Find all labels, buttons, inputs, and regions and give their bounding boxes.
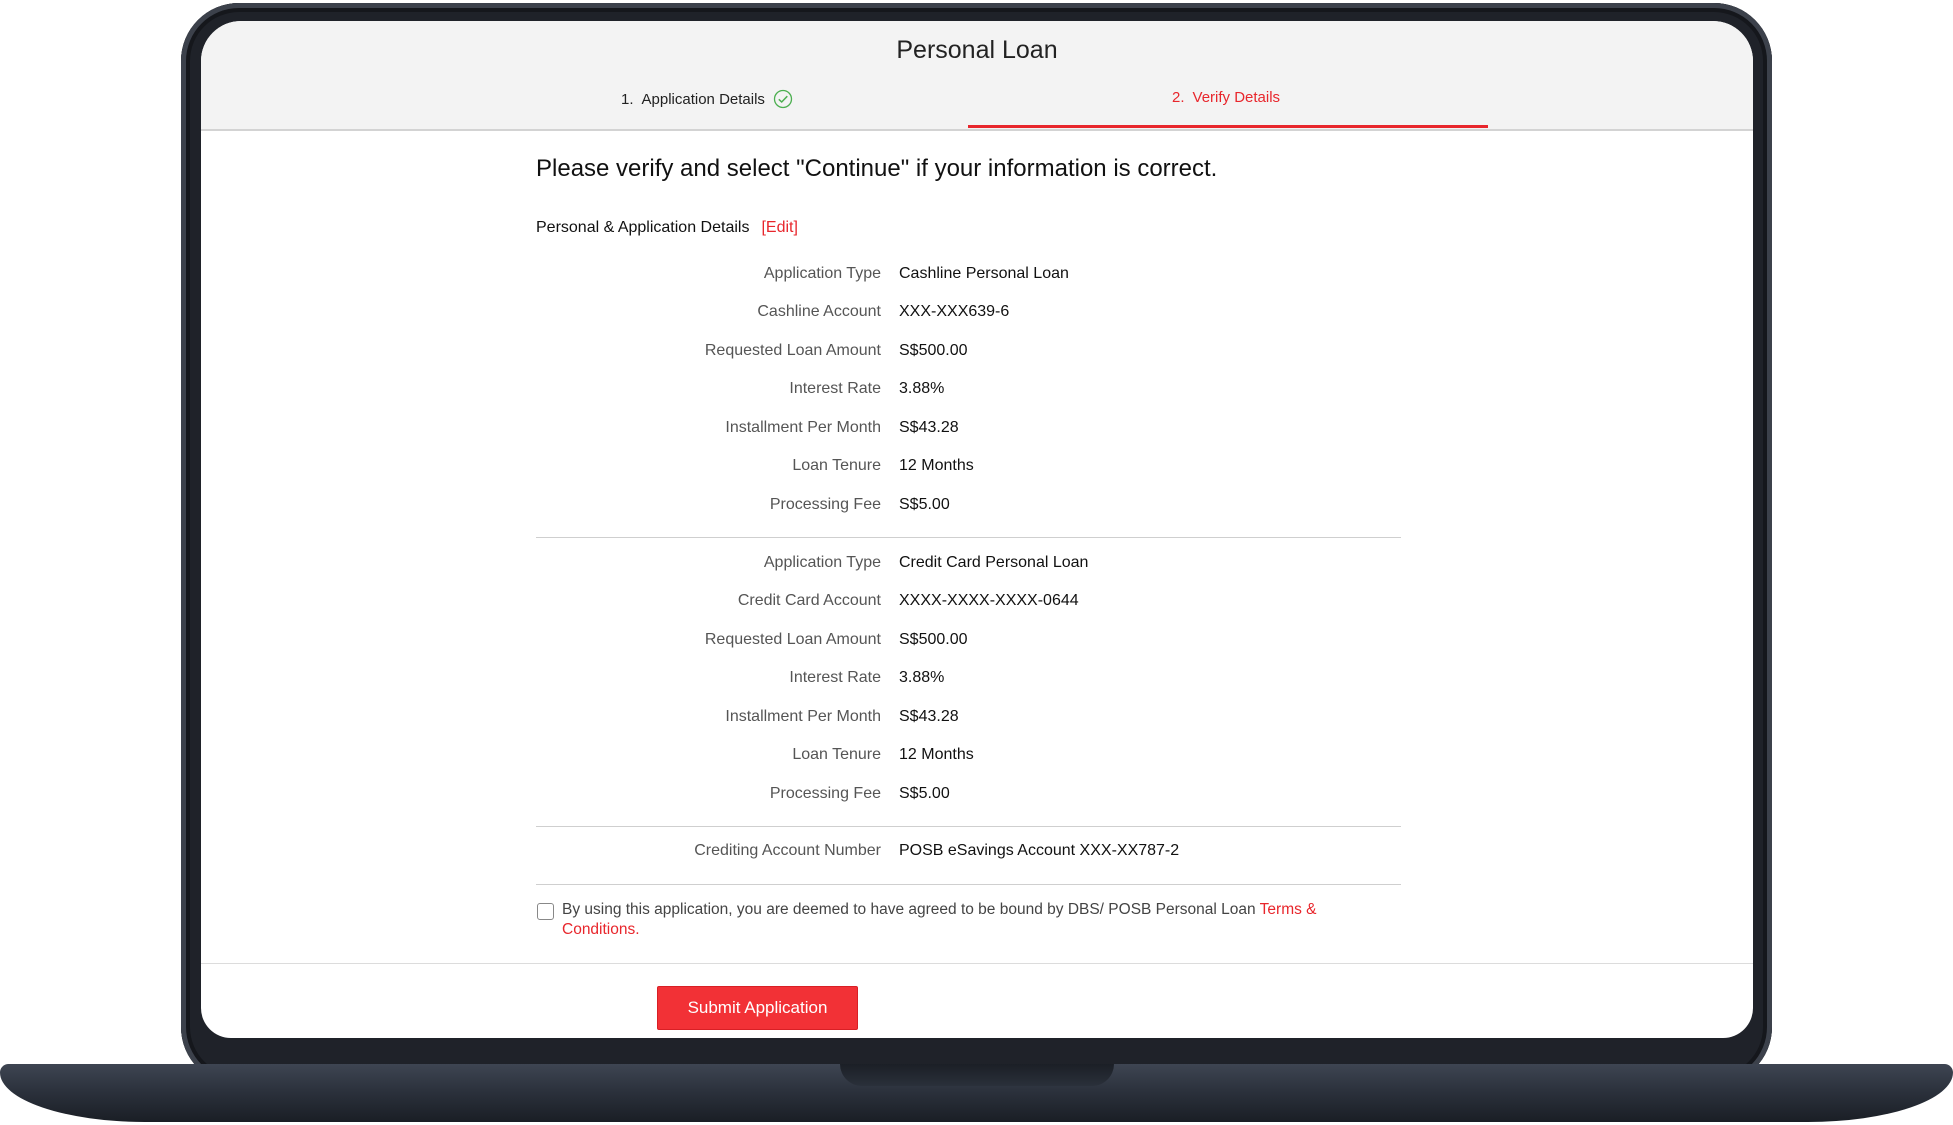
detail-value: 3.88% <box>899 669 945 686</box>
edit-link[interactable]: [Edit] <box>761 219 797 236</box>
terms-suffix: . <box>635 921 640 938</box>
detail-label: Loan Tenure <box>792 457 881 474</box>
detail-row: Interest Rate 3.88% <box>536 669 1401 693</box>
step-label: Application Details <box>641 90 765 108</box>
check-circle-icon <box>773 89 793 109</box>
active-step-indicator <box>968 125 1488 128</box>
detail-row: Credit Card Account XXXX-XXXX-XXXX-0644 <box>536 592 1401 616</box>
detail-label: Application Type <box>763 554 881 571</box>
terms-checkbox[interactable] <box>537 903 554 920</box>
detail-value: XXXX-XXXX-XXXX-0644 <box>899 592 1079 609</box>
detail-label: Requested Loan Amount <box>704 342 881 359</box>
page-title: Personal Loan <box>896 36 1058 64</box>
detail-label: Credit Card Account <box>737 592 881 609</box>
step-number: 2. <box>1172 89 1185 106</box>
detail-value: S$5.00 <box>899 496 950 513</box>
detail-value: Credit Card Personal Loan <box>899 554 1089 571</box>
terms-statement: By using this application, you are deeme… <box>562 901 1260 918</box>
app-header: Personal Loan 1. Application Details 2. … <box>201 21 1753 131</box>
detail-label: Crediting Account Number <box>694 842 881 859</box>
detail-row: Application Type Cashline Personal Loan <box>536 265 1401 289</box>
detail-label: Loan Tenure <box>792 746 881 763</box>
detail-value: 3.88% <box>899 380 945 397</box>
submit-application-button[interactable]: Submit Application <box>657 986 858 1030</box>
detail-row: Processing Fee S$5.00 <box>536 785 1401 809</box>
detail-value: POSB eSavings Account XXX-XX787-2 <box>899 842 1180 859</box>
step-verify-details[interactable]: 2. Verify Details <box>1172 89 1280 106</box>
step-application-details[interactable]: 1. Application Details <box>621 89 793 109</box>
detail-label: Processing Fee <box>769 496 881 513</box>
detail-value: S$5.00 <box>899 785 950 802</box>
step-label: Verify Details <box>1192 89 1281 106</box>
detail-value: S$500.00 <box>899 342 968 359</box>
detail-label: Requested Loan Amount <box>704 631 881 648</box>
app-screen: Personal Loan 1. Application Details 2. … <box>201 21 1753 1038</box>
detail-label: Interest Rate <box>789 669 881 686</box>
detail-row: Processing Fee S$5.00 <box>536 496 1401 520</box>
detail-value: S$43.28 <box>899 708 959 725</box>
footer-divider <box>201 963 1753 964</box>
detail-label: Installment Per Month <box>725 419 881 436</box>
detail-row: Loan Tenure 12 Months <box>536 457 1401 481</box>
detail-value: 12 Months <box>899 457 974 474</box>
detail-value: XXX-XXX639-6 <box>899 303 1010 320</box>
crediting-account-row: Crediting Account Number POSB eSavings A… <box>536 842 1401 866</box>
detail-label: Installment Per Month <box>725 708 881 725</box>
detail-row: Application Type Credit Card Personal Lo… <box>536 554 1401 578</box>
detail-value: S$43.28 <box>899 419 959 436</box>
detail-label: Cashline Account <box>757 303 881 320</box>
detail-value: Cashline Personal Loan <box>899 265 1069 282</box>
section-divider <box>536 884 1401 885</box>
verify-heading: Please verify and select "Continue" if y… <box>536 155 1218 182</box>
detail-row: Cashline Account XXX-XXX639-6 <box>536 303 1401 327</box>
detail-label: Application Type <box>763 265 881 282</box>
step-number: 1. <box>621 90 634 108</box>
section-title: Personal & Application Details [Edit] <box>536 219 798 237</box>
detail-label: Interest Rate <box>789 380 881 397</box>
terms-text: By using this application, you are deeme… <box>562 900 1362 940</box>
detail-row: Requested Loan Amount S$500.00 <box>536 342 1401 366</box>
detail-value: 12 Months <box>899 746 974 763</box>
laptop-notch <box>840 1064 1114 1086</box>
section-divider <box>536 826 1401 827</box>
detail-row: Installment Per Month S$43.28 <box>536 708 1401 732</box>
section-title-text: Personal & Application Details <box>536 219 750 236</box>
detail-row: Installment Per Month S$43.28 <box>536 419 1401 443</box>
detail-row: Interest Rate 3.88% <box>536 380 1401 404</box>
detail-row: Loan Tenure 12 Months <box>536 746 1401 770</box>
section-divider <box>536 537 1401 538</box>
detail-value: S$500.00 <box>899 631 968 648</box>
detail-row: Requested Loan Amount S$500.00 <box>536 631 1401 655</box>
detail-label: Processing Fee <box>769 785 881 802</box>
